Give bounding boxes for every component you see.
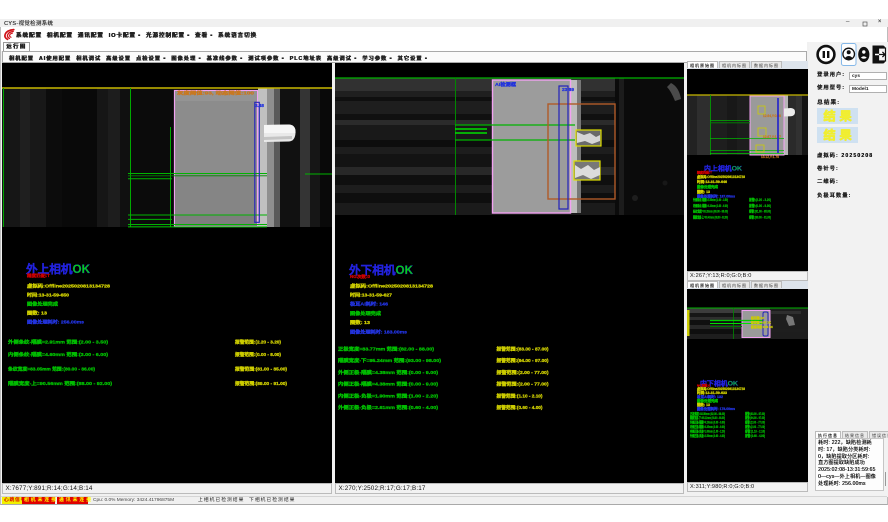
- svg-text:圈数: 13: 圈数: 13: [697, 189, 710, 194]
- svg-text:报警范围:(0.60 - 4.00): 报警范围:(0.60 - 4.00): [497, 404, 543, 411]
- svg-text:报警:(2.20 - 3.20): 报警:(2.20 - 3.20): [748, 197, 771, 202]
- svg-text:外侧正极-负极=2.58mm (0.60 - 4.00): 外侧正极-负极=2.58mm (0.60 - 4.00): [690, 433, 725, 438]
- svg-text:虚拟码:Offline2025020813134728: 虚拟码:Offline2025020813134728: [350, 283, 434, 290]
- svg-text:圈数: 13: 圈数: 13: [27, 310, 48, 317]
- svg-text:报警:(83.00 - 87.00): 报警:(83.00 - 87.00): [745, 411, 765, 416]
- svg-text:正极宽度=83.77mm 范围:(82.00 - 88.00: 正极宽度=83.77mm 范围:(82.00 - 88.00): [338, 346, 435, 353]
- svg-text:精度匹配:T: 精度匹配:T: [27, 272, 50, 279]
- svg-text:圈数: 13: 圈数: 13: [350, 319, 371, 326]
- svg-text:报警范围:(89.00 - 91.00): 报警范围:(89.00 - 91.00): [235, 380, 287, 387]
- svg-text:正极宽度=83.56mm (82.00 - 88.00): 正极宽度=83.56mm (82.00 - 88.00): [690, 411, 725, 416]
- svg-text:报警:(1.10 - 2.10): 报警:(1.10 - 2.10): [745, 428, 765, 433]
- svg-text:图像处理耗时: 178.00ms: 图像处理耗时: 178.00ms: [697, 406, 735, 411]
- svg-text:内侧条纹-隔膜=4.60mm 范围:(3.00 - 6.00: 内侧条纹-隔膜=4.60mm 范围:(3.00 - 6.00): [8, 351, 109, 358]
- svg-text:23.89: 23.89: [562, 87, 574, 93]
- svg-text:外侧正极-隔膜=4.29mm (0.00 - 9.00): 外侧正极-隔膜=4.29mm (0.00 - 9.00): [690, 420, 725, 425]
- svg-text:内侧正极-隔膜=4.35mm (0.00 - 9.00): 内侧正极-隔膜=4.35mm (0.00 - 9.00): [690, 424, 725, 429]
- svg-text:外侧正极-隔膜=4.38mm 范围:(0.00 - 9.00: 外侧正极-隔膜=4.38mm 范围:(0.00 - 9.00): [338, 369, 439, 376]
- svg-text:外侧正极-负极=2.61mm 范围:(0.60 - 4.00: 外侧正极-负极=2.61mm 范围:(0.60 - 4.00): [338, 404, 439, 411]
- svg-text:NG次数:0: NG次数:0: [350, 273, 371, 280]
- svg-text:内侧条纹-隔膜=4.33mm (3.00 - 6.00): 内侧条纹-隔膜=4.33mm (3.00 - 6.00): [693, 203, 728, 208]
- svg-text:时间:13-31-59-650: 时间:13-31-59-650: [27, 292, 69, 299]
- svg-text:外侧条纹-隔膜=2.58mm (2.00 - 3.50): 外侧条纹-隔膜=2.58mm (2.00 - 3.50): [693, 197, 728, 202]
- svg-text:报警范围:(2.00 - 77.00): 报警范围:(2.00 - 77.00): [497, 369, 550, 376]
- svg-text:报警:(2.00 - 77.00): 报警:(2.00 - 77.00): [745, 420, 765, 425]
- svg-text:报警范围:(1.10 - 2.10): 报警范围:(1.10 - 2.10): [497, 393, 543, 400]
- svg-text:报警范围:(0.00 - 8.00): 报警范围:(0.00 - 8.00): [235, 351, 281, 358]
- svg-text:3.48: 3.48: [255, 103, 264, 108]
- svg-text:灰度阈值:93, 动态阈值:100: 灰度阈值:93, 动态阈值:100: [177, 90, 255, 97]
- svg-text:13.12,Y:1.75: 13.12,Y:1.75: [761, 155, 779, 159]
- svg-text:报警:(81.00 - 85.00): 报警:(81.00 - 85.00): [748, 209, 771, 214]
- svg-text:极耳宽:4.05 OK: 极耳宽:4.05 OK: [750, 320, 772, 325]
- svg-text:图像处理完成: 图像处理完成: [350, 310, 381, 317]
- svg-text:内侧正极-负极=1.90mm 范围:(1.00 - 2.20: 内侧正极-负极=1.90mm 范围:(1.00 - 2.20): [338, 393, 439, 400]
- svg-text:AI检测框: AI检测框: [495, 81, 516, 88]
- svg-text:虚拟码:Offline2025020813134728: 虚拟码:Offline2025020813134728: [27, 283, 111, 290]
- svg-text:时间:13-31-59-627: 时间:13-31-59-627: [350, 292, 392, 299]
- svg-text:条纹宽度=83.28mm (80.00 - 86.00): 条纹宽度=83.28mm (80.00 - 86.00): [692, 209, 728, 214]
- svg-text:报警:(89.00 - 91.00): 报警:(89.00 - 91.00): [748, 214, 771, 219]
- svg-text:报警范围:(94.00 - 97.00): 报警范围:(94.00 - 97.00): [497, 357, 549, 364]
- svg-text:外侧条纹-隔膜=2.91mm 范围:(2.00 - 3.50: 外侧条纹-隔膜=2.91mm 范围:(2.00 - 3.50): [8, 339, 109, 346]
- svg-text:极耳间距:0.95 OK: 极耳间距:0.95 OK: [750, 324, 774, 329]
- svg-text:隔膜宽度-下=95.12mm (93.00 - 98.00): 隔膜宽度-下=95.12mm (93.00 - 98.00): [690, 415, 725, 420]
- svg-text:极耳数:13: 极耳数:13: [750, 315, 764, 320]
- svg-text:报警:(0.60 - 4.00): 报警:(0.60 - 4.00): [745, 433, 765, 438]
- svg-text:报警范围:(81.00 - 85.00): 报警范围:(81.00 - 85.00): [235, 366, 287, 373]
- svg-text:报警:(2.00 - 77.00): 报警:(2.00 - 77.00): [745, 424, 765, 429]
- svg-text:隔膜宽度-上=90.56mm 范围:(88.00 - 92.: 隔膜宽度-上=90.56mm 范围:(88.00 - 92.00): [8, 380, 113, 387]
- svg-text:虚拟码:Offline2025020813134728: 虚拟码:Offline2025020813134728: [697, 174, 745, 179]
- svg-text:内侧正极-负极=1.88mm (1.00 - 2.20): 内侧正极-负极=1.88mm (1.00 - 2.20): [690, 428, 725, 433]
- svg-text:图像处理耗时: 183.00ms: 图像处理耗时: 183.00ms: [350, 329, 407, 336]
- svg-text:条纹宽度=83.05mm 范围:(80.00 - 86.00: 条纹宽度=83.05mm 范围:(80.00 - 86.00): [8, 366, 95, 373]
- svg-text:图像处理耗时: 256.00ms: 图像处理耗时: 256.00ms: [27, 319, 84, 326]
- svg-text:报警:(0.00 - 8.00): 报警:(0.00 - 8.00): [748, 203, 771, 208]
- svg-text:隔膜宽度-上=90.43mm (88.00 - 92.00): 隔膜宽度-上=90.43mm (88.00 - 92.00): [693, 214, 728, 219]
- svg-text:极耳AI耗时: 146: 极耳AI耗时: 146: [350, 301, 388, 308]
- svg-text:图像处理完成: 图像处理完成: [697, 184, 719, 189]
- svg-text:图像处理完成: 图像处理完成: [27, 301, 58, 308]
- svg-text:报警范围:(83.00 - 87.00): 报警范围:(83.00 - 87.00): [497, 346, 549, 353]
- svg-text:报警范围:(2.00 - 77.00): 报警范围:(2.00 - 77.00): [497, 381, 550, 388]
- svg-text:隔膜宽度-下=95.24mm 范围:(93.00 - 98.: 隔膜宽度-下=95.24mm 范围:(93.00 - 98.00): [338, 357, 442, 364]
- svg-text:报警范围:(2.20 - 3.20): 报警范围:(2.20 - 3.20): [235, 339, 281, 346]
- svg-text:报警:(94.00 - 97.00): 报警:(94.00 - 97.00): [745, 415, 765, 420]
- svg-text:时间:13-31-59-646: 时间:13-31-59-646: [697, 179, 727, 184]
- svg-text:内侧正极-隔膜=4.38mm 范围:(0.00 - 9.00: 内侧正极-隔膜=4.38mm 范围:(0.00 - 9.00): [338, 381, 439, 388]
